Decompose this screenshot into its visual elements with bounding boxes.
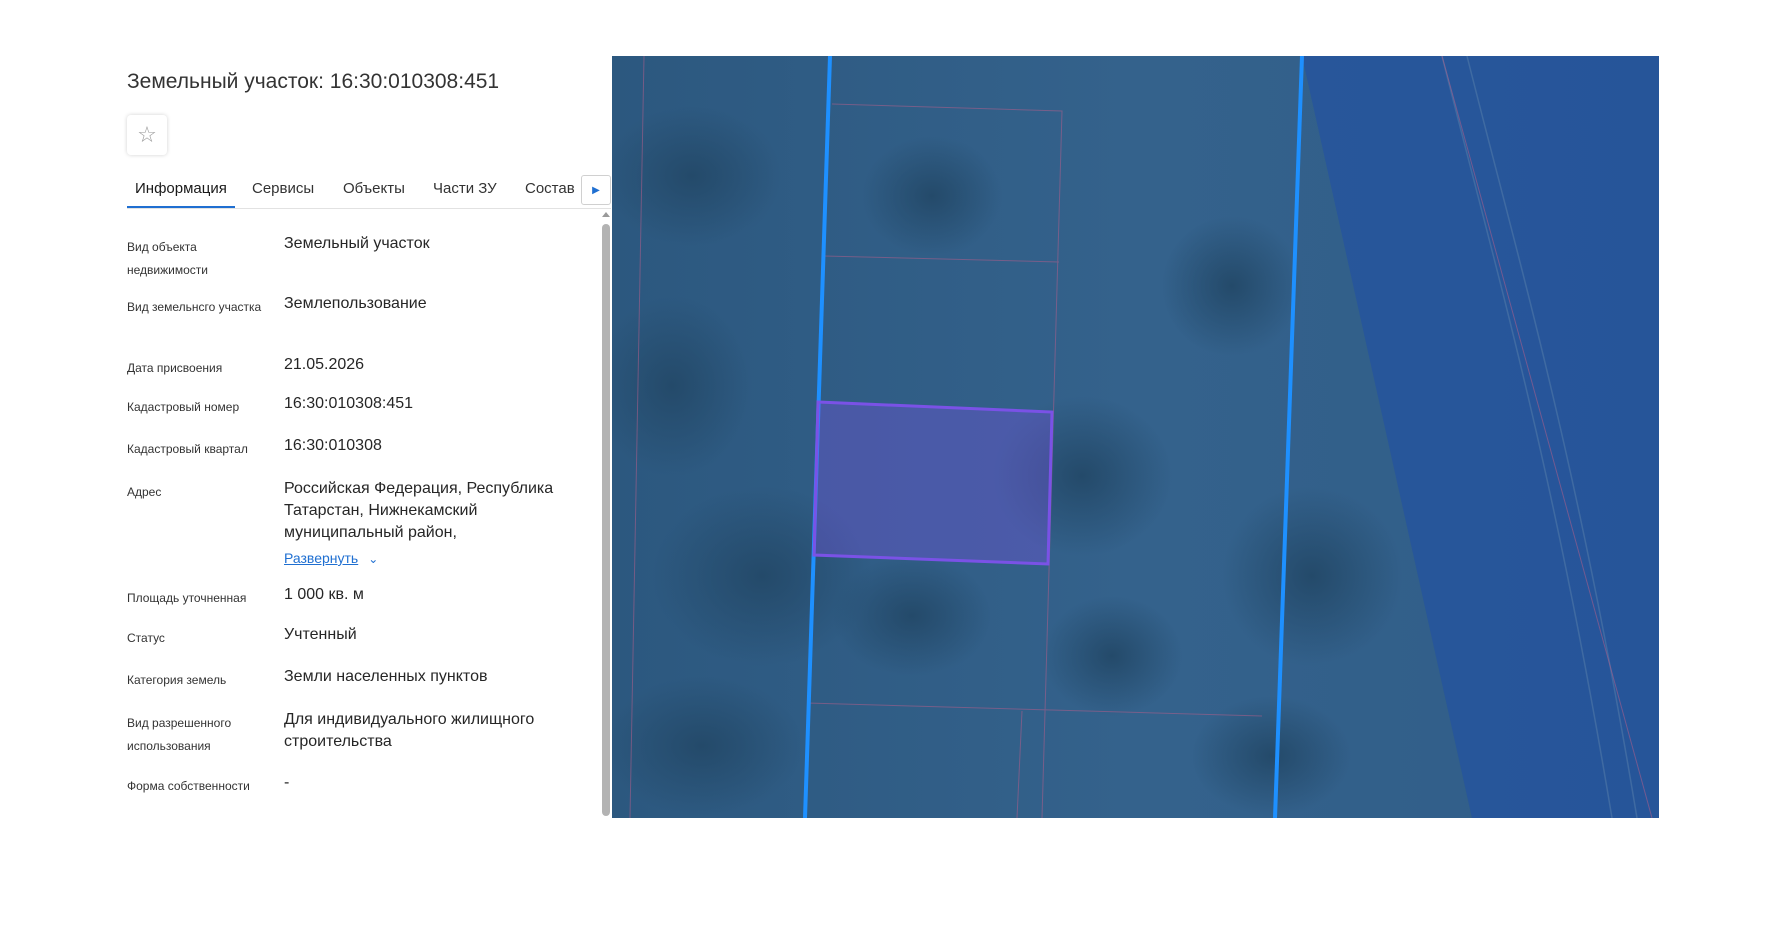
field-value: 1 000 кв. м: [284, 586, 364, 603]
expand-address-link[interactable]: Развернуть ⌄: [284, 550, 378, 566]
page-title: Земельный участок: 16:30:010308:451: [127, 70, 500, 93]
field-label: Кадастровый номер: [127, 400, 240, 414]
field-value: -: [284, 774, 290, 791]
field-label: Форма собственности: [127, 779, 250, 793]
field-value: Земли населенных пунктов: [284, 668, 488, 685]
scroll-up-icon[interactable]: [602, 212, 610, 217]
field-label: Кадастровый квартал: [127, 442, 248, 456]
field-label: Статус: [127, 631, 165, 645]
field-value: 21.05.2026: [284, 356, 365, 373]
field-value: Земельный участок: [284, 235, 430, 252]
field-value: Российская Федерация, Республика Татарст…: [284, 480, 554, 541]
scrollbar[interactable]: [601, 212, 611, 820]
satellite-map[interactable]: [612, 56, 1659, 818]
field-value: Для индивидуального жилищного строительс…: [284, 711, 535, 750]
favorite-button[interactable]: ☆: [127, 115, 167, 155]
info-panel: Земельный участок: 16:30:010308:451 ☆ Ин…: [127, 56, 611, 820]
star-outline-icon: ☆: [137, 122, 157, 147]
scrollbar-thumb[interactable]: [602, 224, 610, 816]
field-value: Землепользование: [284, 295, 427, 312]
tab-objects[interactable]: Объекты: [343, 172, 405, 206]
caret-right-icon: ▶: [592, 184, 600, 196]
field-value: 16:30:010308: [284, 437, 382, 454]
field-value: Учтенный: [284, 626, 357, 643]
field-label: Категория земель: [127, 673, 227, 687]
field-label: Вид разрешенного использования: [127, 716, 232, 753]
tab-services[interactable]: Сервисы: [252, 172, 314, 206]
tab-composition[interactable]: Состав: [525, 172, 575, 206]
tab-information[interactable]: Информация: [127, 172, 235, 208]
field-label: Вид земельнсго участка: [127, 300, 262, 314]
field-label: Вид объекта недвижимости: [127, 240, 208, 277]
selected-parcel[interactable]: [812, 400, 1054, 566]
field-label: Площадь уточненная: [127, 591, 247, 605]
field-label: Адрес: [127, 485, 162, 499]
expand-label: Развернуть: [284, 550, 359, 566]
field-label: Дата присвоения: [127, 361, 223, 375]
chevron-down-icon: ⌄: [368, 552, 379, 566]
tabs-next-button[interactable]: ▶: [581, 175, 611, 205]
map-view[interactable]: [612, 56, 1659, 818]
tab-bar: Информация Сервисы Объекты Части ЗУ Сост…: [127, 172, 611, 209]
field-value: 16:30:010308:451: [284, 395, 414, 412]
tab-parts[interactable]: Части ЗУ: [433, 172, 497, 206]
